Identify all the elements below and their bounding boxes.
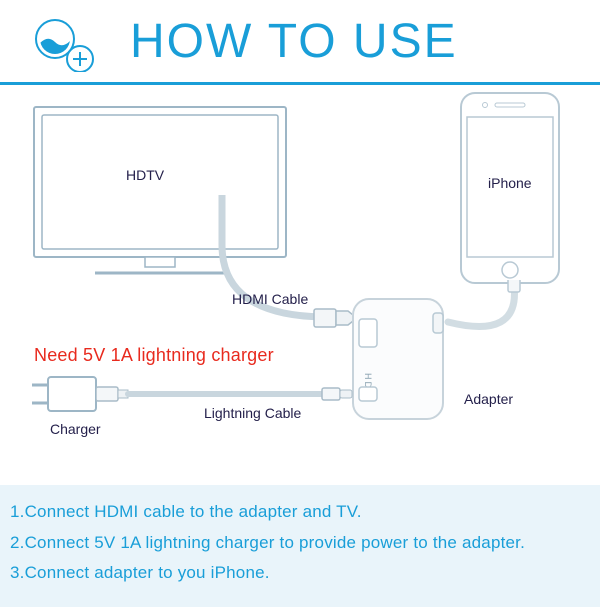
instruction-step: 2.Connect 5V 1A lightning charger to pro…	[10, 528, 590, 559]
hdtv-label: HDTV	[126, 167, 164, 183]
hdmi-cable-icon	[212, 195, 352, 365]
logo-icon	[34, 18, 94, 77]
lightning-cable-label: Lightning Cable	[204, 405, 301, 421]
adapter-to-iphone-cable-icon	[440, 280, 550, 380]
hdmi-cable-label: HDMI Cable	[232, 291, 308, 307]
charger-label: Charger	[50, 421, 101, 437]
charger-warning: Need 5V 1A lightning charger	[34, 345, 274, 366]
adapter-icon: HDMI	[345, 295, 455, 425]
diagram: HDTV iPhone HDMI Cable HDMI Adapter	[0, 85, 600, 485]
instruction-step: 3.Connect adapter to you iPhone.	[10, 558, 590, 589]
iphone-label: iPhone	[488, 175, 532, 191]
adapter-label: Adapter	[464, 391, 513, 407]
page-title: HOW TO USE	[130, 14, 458, 69]
instructions: 1.Connect HDMI cable to the adapter and …	[0, 485, 600, 607]
instruction-step: 1.Connect HDMI cable to the adapter and …	[10, 497, 590, 528]
title-bar: HOW TO USE	[0, 0, 600, 85]
